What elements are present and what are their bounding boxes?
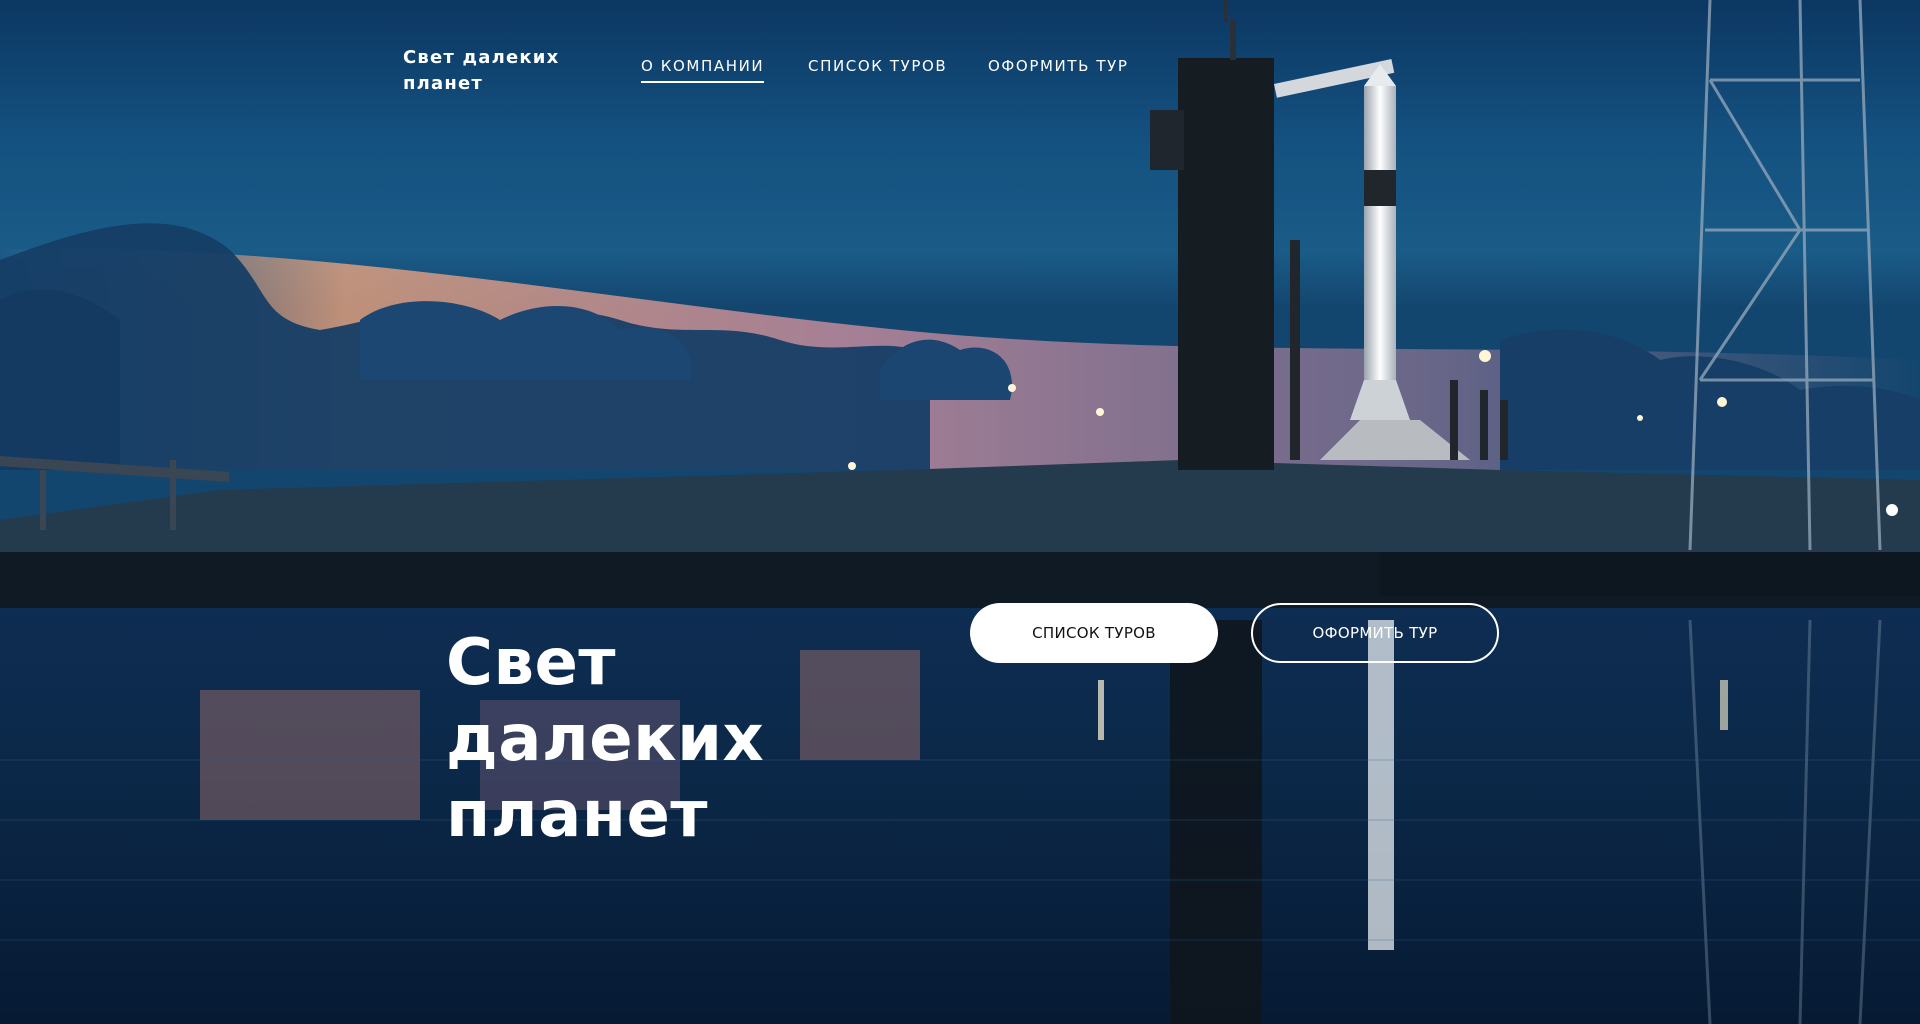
hero-section: Свет далеких планет О КОМПАНИИ СПИСОК ТУ… bbox=[0, 0, 1920, 1024]
background-image bbox=[0, 0, 1920, 1024]
book-tour-button[interactable]: ОФОРМИТЬ ТУР bbox=[1251, 603, 1499, 663]
nav-item-book-tour[interactable]: ОФОРМИТЬ ТУР bbox=[988, 57, 1129, 81]
nav-item-tours[interactable]: СПИСОК ТУРОВ bbox=[808, 57, 947, 81]
tours-list-button[interactable]: СПИСОК ТУРОВ bbox=[970, 603, 1218, 663]
hero-title: Свет далеких планет bbox=[446, 625, 765, 852]
nav-item-about[interactable]: О КОМПАНИИ bbox=[641, 57, 765, 83]
site-logo[interactable]: Свет далеких планет bbox=[403, 45, 603, 97]
